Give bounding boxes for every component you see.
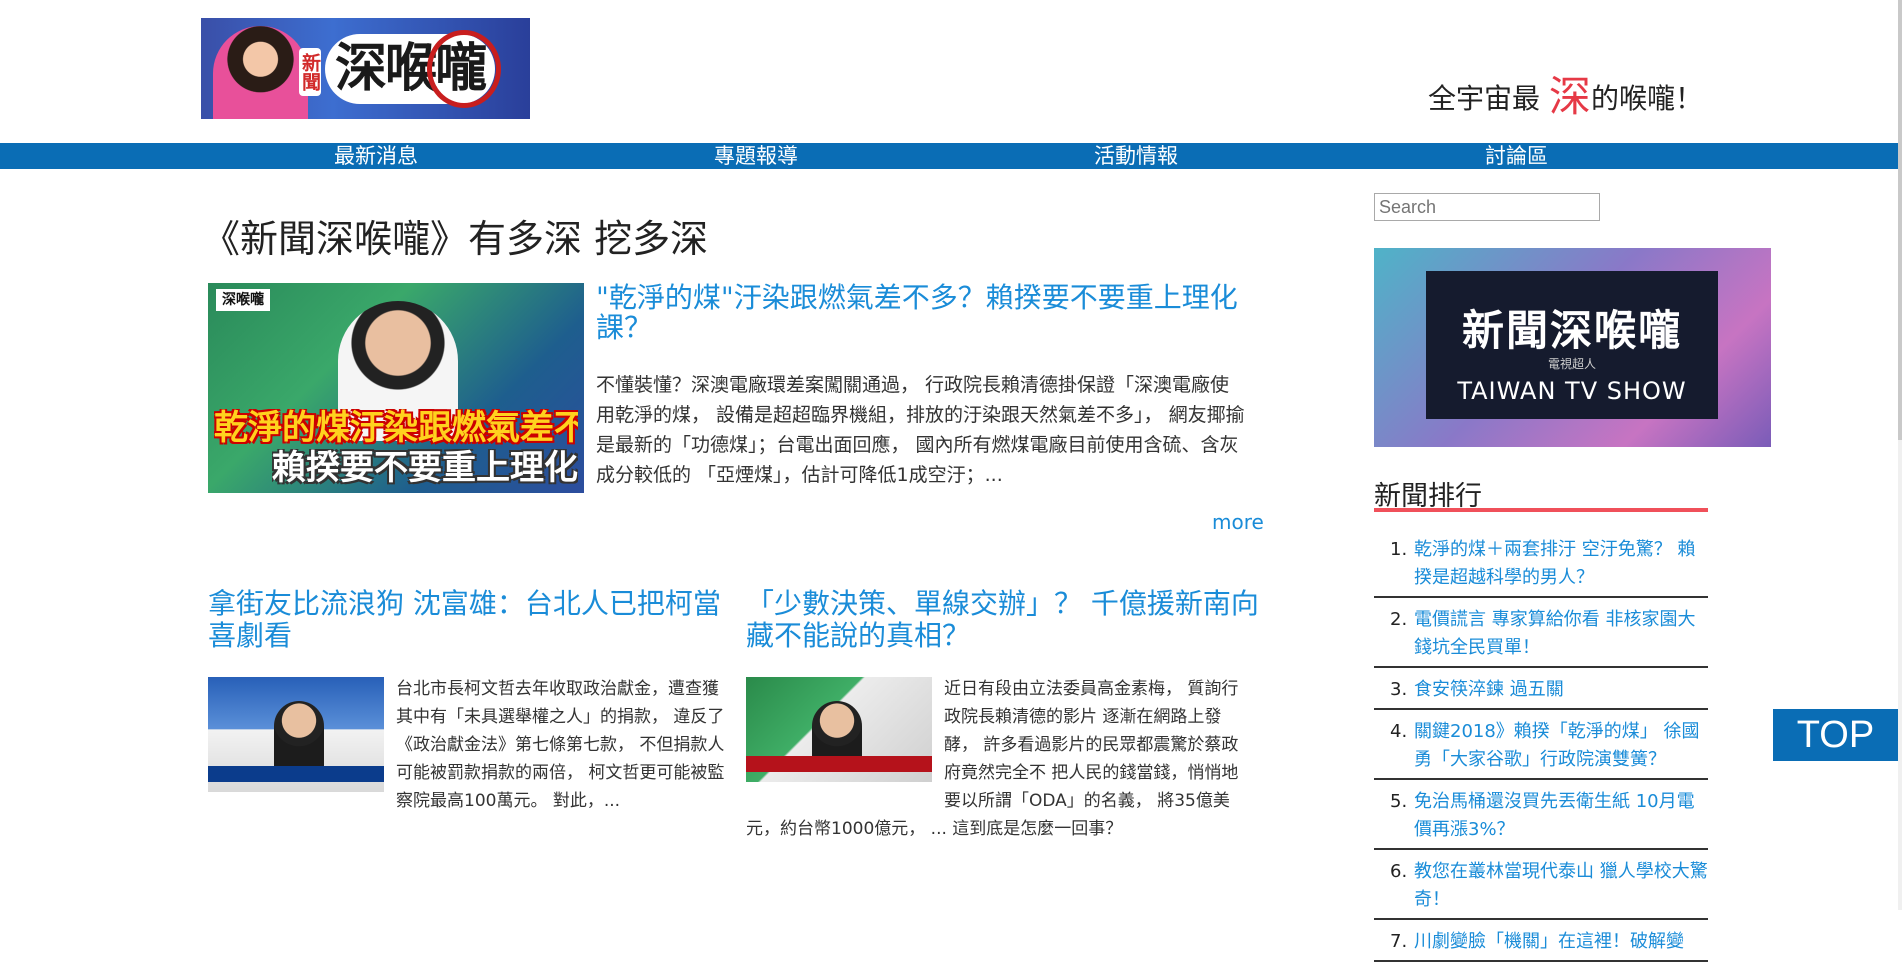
more-link[interactable]: more [1212, 510, 1264, 534]
hero-image-caption-1: 乾淨的煤汙染跟燃氣差不多？ [214, 409, 578, 447]
nav-latest-news[interactable]: 最新消息 [334, 143, 418, 169]
logo-host-photo [213, 26, 308, 119]
ranking-number: 5. [1390, 791, 1408, 812]
ranking-divider [1374, 508, 1708, 512]
ranking-number: 6. [1390, 861, 1408, 882]
excerpt-image-spacer [746, 675, 944, 815]
ranking-item: 3. 食安筷淬鍊 過五關 [1374, 672, 1708, 710]
nav-forum[interactable]: 討論區 [1485, 143, 1548, 169]
hero-image-logo-tag: 深喉嚨 [216, 289, 270, 311]
main-nav: 最新消息 專題報導 活動情報 討論區 [0, 143, 1898, 169]
ranking-number: 1. [1390, 539, 1408, 560]
ranking-number: 4. [1390, 721, 1408, 742]
ranking-list: 1. 乾淨的煤＋兩套排汙 空汙免驚？ 賴揆是超越科學的男人？ 2. 電價謊言 專家算… [1374, 532, 1708, 966]
hero-image-caption-2: 賴揆要不要重上理化課？ [272, 449, 578, 487]
ranking-item: 2. 電價謊言 專家算給你看 非核家園大錢坑全民買單！ [1374, 602, 1708, 668]
ranking-link[interactable]: 川劇變臉「機關」在這裡！破解變 [1414, 931, 1684, 952]
back-to-top-button[interactable]: TOP [1773, 709, 1898, 761]
ranking-link[interactable]: 免治馬桶還沒買先丟衛生紙 10月電價再漲3%？ [1414, 791, 1695, 840]
ranking-number: 2. [1390, 609, 1408, 630]
article-image-person [274, 701, 324, 771]
article-image-caption-bar [208, 766, 384, 782]
hero-article-title[interactable]: "乾淨的煤"汙染跟燃氣差不多？賴揆要不要重上理化課？ [596, 283, 1246, 343]
banner-english-title: TAIWAN TV SHOW [1457, 377, 1687, 405]
ranking-link[interactable]: 電價謊言 專家算給你看 非核家園大錢坑全民買單！ [1414, 609, 1695, 658]
page-title: 《新聞深喉嚨》有多深 挖多深 [202, 217, 709, 261]
ranking-item: 1. 乾淨的煤＋兩套排汙 空汙免驚？ 賴揆是超越科學的男人？ [1374, 532, 1708, 598]
nav-special-reports[interactable]: 專題報導 [714, 143, 798, 169]
banner-subtitle: 電視超人 [1547, 357, 1596, 371]
slogan-before: 全宇宙最 [1428, 82, 1541, 115]
ranking-link[interactable]: 關鍵2018》賴揆「乾淨的煤」 徐國勇「大家谷歌」行政院演雙簧？ [1414, 721, 1700, 770]
ranking-item: 4. 關鍵2018》賴揆「乾淨的煤」 徐國勇「大家谷歌」行政院演雙簧？ [1374, 714, 1708, 780]
slogan-highlight: 深 [1548, 72, 1591, 121]
logo-badge: 新聞 [299, 48, 321, 96]
banner-box: 新聞深喉嚨 電視超人 TAIWAN TV SHOW [1426, 271, 1718, 419]
ranking-number: 3. [1390, 679, 1408, 700]
ranking-item: 6. 教您在叢林當現代泰山 獵人學校大驚奇！ [1374, 854, 1708, 920]
article-image[interactable] [208, 677, 384, 792]
nav-events[interactable]: 活動情報 [1094, 143, 1178, 169]
ranking-link[interactable]: 教您在叢林當現代泰山 獵人學校大驚奇！ [1414, 861, 1708, 910]
ranking-link[interactable]: 食安筷淬鍊 過五關 [1414, 679, 1564, 700]
article-excerpt: 台北市長柯文哲去年收取政治獻金，遭查獲其中有「未具選舉權之人」的捐款， 違反了《… [396, 679, 725, 811]
article-title[interactable]: 拿街友比流浪狗 沈富雄：台北人已把柯當喜劇看 [208, 588, 728, 652]
ranking-item: 5. 免治馬桶還沒買先丟衛生紙 10月電價再漲3%？ [1374, 784, 1708, 850]
show-banner[interactable]: 新聞深喉嚨 電視超人 TAIWAN TV SHOW [1374, 248, 1771, 447]
slogan-after: 的喉嚨！ [1590, 82, 1703, 115]
hero-article-excerpt: 不懂裝懂？深澳電廠環差案闖關通過， 行政院長賴清德掛保證「深澳電廠使用乾淨的煤，… [596, 374, 1245, 486]
banner-title: 新聞深喉嚨 [1461, 306, 1682, 355]
ranking-number: 7. [1390, 931, 1408, 952]
ranking-link[interactable]: 乾淨的煤＋兩套排汙 空汙免驚？ 賴揆是超越科學的男人？ [1414, 539, 1695, 588]
article-title[interactable]: 「少數決策、單線交辦」？ 千億援新南向 藏不能說的真相？ [746, 588, 1266, 652]
hero-article-image[interactable]: 深喉嚨 乾淨的煤汙染跟燃氣差不多？ 賴揆要不要重上理化課？ [208, 283, 584, 493]
site-slogan: 全宇宙最 深的喉嚨！ [1428, 63, 1703, 124]
ranking-item: 7. 川劇變臉「機關」在這裡！破解變 [1374, 924, 1708, 962]
logo-text: 深喉嚨 [325, 30, 502, 108]
site-logo[interactable]: 新聞 深喉嚨 [201, 18, 530, 119]
search-input[interactable] [1374, 193, 1600, 221]
article-excerpt: 近日有段由立法委員高金素梅， 質詢行政院長賴清德的影片 逐漸在網路上發酵， 許多… [746, 675, 1248, 843]
scrollbar-thumb[interactable] [1898, 0, 1902, 440]
